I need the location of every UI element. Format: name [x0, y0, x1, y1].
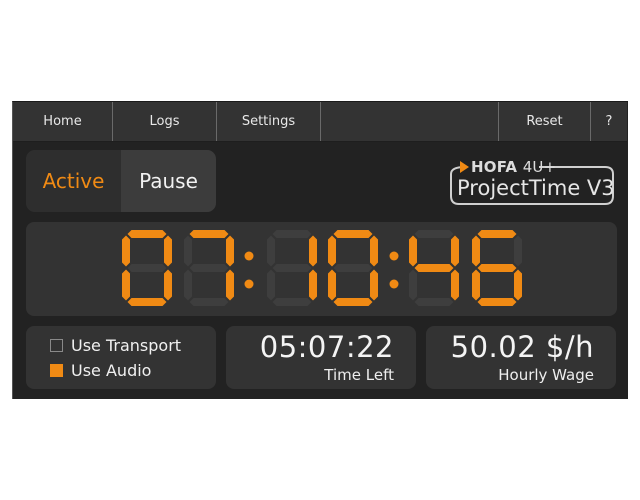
segment-f — [472, 235, 480, 267]
segment-a — [477, 230, 517, 238]
colon-dot — [244, 279, 254, 289]
menu-help[interactable]: ? — [591, 102, 627, 141]
segment-e — [267, 269, 275, 301]
segment-b — [309, 235, 317, 267]
timer-digit — [472, 230, 522, 306]
colon-dot — [244, 251, 254, 261]
segment-c — [309, 269, 317, 301]
segment-a — [127, 230, 167, 238]
segment-e — [328, 269, 336, 301]
menu-reset[interactable]: Reset — [499, 102, 591, 141]
colon-dot — [389, 279, 399, 289]
segment-g — [189, 264, 229, 272]
logo-brand: HOFA 4U+ — [471, 158, 556, 176]
segment-c — [370, 269, 378, 301]
segment-d — [477, 298, 517, 306]
segment-f — [409, 235, 417, 267]
timer-digit — [409, 230, 459, 306]
play-triangle-icon — [460, 161, 469, 173]
segment-b — [451, 235, 459, 267]
menu-spacer — [321, 102, 499, 141]
seven-segment-timer — [122, 230, 522, 306]
segment-a — [189, 230, 229, 238]
segment-f — [267, 235, 275, 267]
projecttime-app-window: Home Logs Settings Reset ? Active Pause … — [12, 101, 628, 399]
timer-digit — [122, 230, 172, 306]
segment-a — [333, 230, 373, 238]
segment-c — [451, 269, 459, 301]
segment-d — [127, 298, 167, 306]
segment-b — [164, 235, 172, 267]
colon-dot — [389, 251, 399, 261]
use-audio-option[interactable]: Use Audio — [50, 361, 151, 380]
timer-digit — [267, 230, 317, 306]
segment-c — [226, 269, 234, 301]
use-audio-label: Use Audio — [71, 361, 152, 380]
segment-f — [184, 235, 192, 267]
segment-b — [226, 235, 234, 267]
segment-c — [164, 269, 172, 301]
segment-d — [333, 298, 373, 306]
segment-e — [472, 269, 480, 301]
use-transport-label: Use Transport — [71, 336, 182, 355]
logo-brand-suffix: 4U+ — [522, 158, 557, 176]
segment-a — [272, 230, 312, 238]
segment-d — [189, 298, 229, 306]
hourly-wage-label: Hourly Wage — [498, 366, 594, 384]
logo-product-name: ProjectTime V3 — [457, 176, 615, 200]
menu-settings[interactable]: Settings — [217, 102, 321, 141]
time-left-value: 05:07:22 — [259, 330, 394, 364]
segment-e — [122, 269, 130, 301]
hofa-projecttime-logo: HOFA 4U+ ProjectTime V3 — [447, 158, 615, 206]
segment-d — [414, 298, 454, 306]
segment-g — [272, 264, 312, 272]
time-left-panel: 05:07:22 Time Left — [226, 326, 416, 389]
pause-button[interactable]: Pause — [121, 150, 216, 212]
use-transport-option[interactable]: Use Transport — [50, 336, 181, 355]
segment-d — [272, 298, 312, 306]
menu-bar: Home Logs Settings Reset ? — [13, 102, 627, 142]
segment-g — [414, 264, 454, 272]
segment-b — [370, 235, 378, 267]
use-transport-checkbox[interactable] — [50, 339, 63, 352]
menu-logs[interactable]: Logs — [113, 102, 217, 141]
mode-toggle: Active Pause — [26, 150, 216, 212]
use-audio-checkbox[interactable] — [50, 364, 63, 377]
active-button[interactable]: Active — [26, 150, 121, 212]
segment-b — [514, 235, 522, 267]
timer-digit — [328, 230, 378, 306]
segment-e — [409, 269, 417, 301]
main-timer-display — [26, 222, 617, 316]
options-panel: Use Transport Use Audio — [26, 326, 216, 389]
timer-digit — [184, 230, 234, 306]
segment-g — [477, 264, 517, 272]
hourly-wage-value: 50.02 $/h — [450, 330, 594, 364]
segment-f — [122, 235, 130, 267]
logo-brand-name: HOFA — [471, 158, 518, 176]
time-left-label: Time Left — [324, 366, 394, 384]
segment-e — [184, 269, 192, 301]
segment-g — [333, 264, 373, 272]
segment-g — [127, 264, 167, 272]
segment-f — [328, 235, 336, 267]
segment-a — [414, 230, 454, 238]
hourly-wage-panel: 50.02 $/h Hourly Wage — [426, 326, 616, 389]
segment-c — [514, 269, 522, 301]
menu-home[interactable]: Home — [13, 102, 113, 141]
